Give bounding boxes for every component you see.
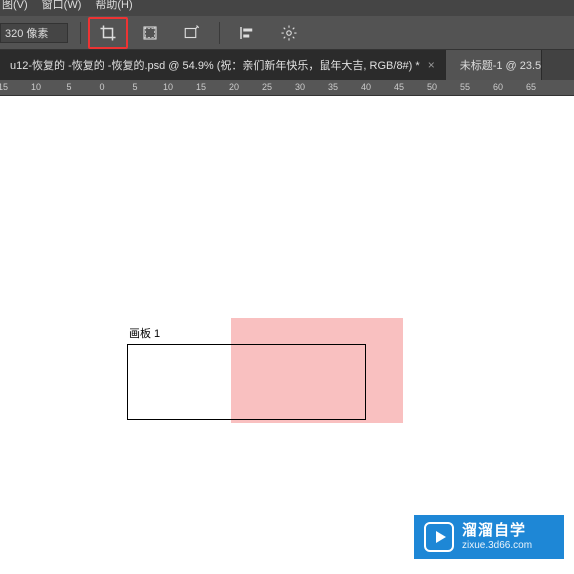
gear-icon: [280, 24, 298, 42]
canvas-area[interactable]: 画板 1 溜溜自学 zixue.3d66.com: [0, 96, 574, 574]
ruler-tick: 15: [196, 82, 206, 92]
watermark-text: 溜溜自学 zixue.3d66.com: [462, 522, 532, 552]
menu-bar: 图(V) 窗口(W) 帮助(H): [0, 0, 574, 16]
tab-label: 未标题-1 @ 23.5: [460, 57, 541, 73]
watermark-title: 溜溜自学: [462, 522, 532, 540]
ruler-tick: 65: [526, 82, 536, 92]
artboard-label[interactable]: 画板 1: [129, 325, 160, 341]
settings-button[interactable]: [269, 17, 309, 49]
horizontal-ruler[interactable]: 1510505101520253035404550556065: [0, 80, 574, 96]
menu-help[interactable]: 帮助(H): [95, 0, 132, 11]
document-tabs: u12-恢复的 -恢复的 -恢复的.psd @ 54.9% (祝：亲们新年快乐，…: [0, 50, 574, 80]
divider: [80, 22, 81, 44]
slice-icon: [183, 24, 201, 42]
crop-icon: [99, 24, 117, 42]
menu-window[interactable]: 窗口(W): [42, 0, 82, 11]
options-bar: [0, 16, 574, 50]
tab-untitled-1[interactable]: 未标题-1 @ 23.5: [446, 50, 542, 80]
play-icon: [424, 522, 454, 552]
perspective-crop-icon: [141, 24, 159, 42]
perspective-crop-button[interactable]: [130, 17, 170, 49]
ruler-tick: 60: [493, 82, 503, 92]
menu-view[interactable]: 图(V): [2, 0, 28, 11]
ruler-tick: 0: [99, 82, 104, 92]
ruler-tick: 10: [163, 82, 173, 92]
watermark-url: zixue.3d66.com: [462, 540, 532, 552]
crop-tool-button[interactable]: [88, 17, 128, 49]
ruler-tick: 5: [132, 82, 137, 92]
artboard-1[interactable]: [127, 344, 366, 420]
slice-tool-button[interactable]: [172, 17, 212, 49]
ruler-tick: 35: [328, 82, 338, 92]
ruler-tick: 15: [0, 82, 8, 92]
tab-active-document[interactable]: u12-恢复的 -恢复的 -恢复的.psd @ 54.9% (祝：亲们新年快乐，…: [0, 50, 446, 80]
close-icon[interactable]: ×: [428, 58, 435, 72]
ruler-tick: 20: [229, 82, 239, 92]
ruler-tick: 50: [427, 82, 437, 92]
ruler-tick: 55: [460, 82, 470, 92]
align-button[interactable]: [227, 17, 267, 49]
tab-label: u12-恢复的 -恢复的 -恢复的.psd @ 54.9% (祝：亲们新年快乐，…: [10, 57, 420, 73]
divider: [219, 22, 220, 44]
watermark-badge: 溜溜自学 zixue.3d66.com: [414, 515, 564, 559]
ruler-tick: 5: [66, 82, 71, 92]
ruler-tick: 30: [295, 82, 305, 92]
crop-size-input[interactable]: [0, 23, 68, 43]
ruler-tick: 25: [262, 82, 272, 92]
ruler-tick: 45: [394, 82, 404, 92]
ruler-tick: 40: [361, 82, 371, 92]
align-left-icon: [238, 24, 256, 42]
ruler-tick: 10: [31, 82, 41, 92]
